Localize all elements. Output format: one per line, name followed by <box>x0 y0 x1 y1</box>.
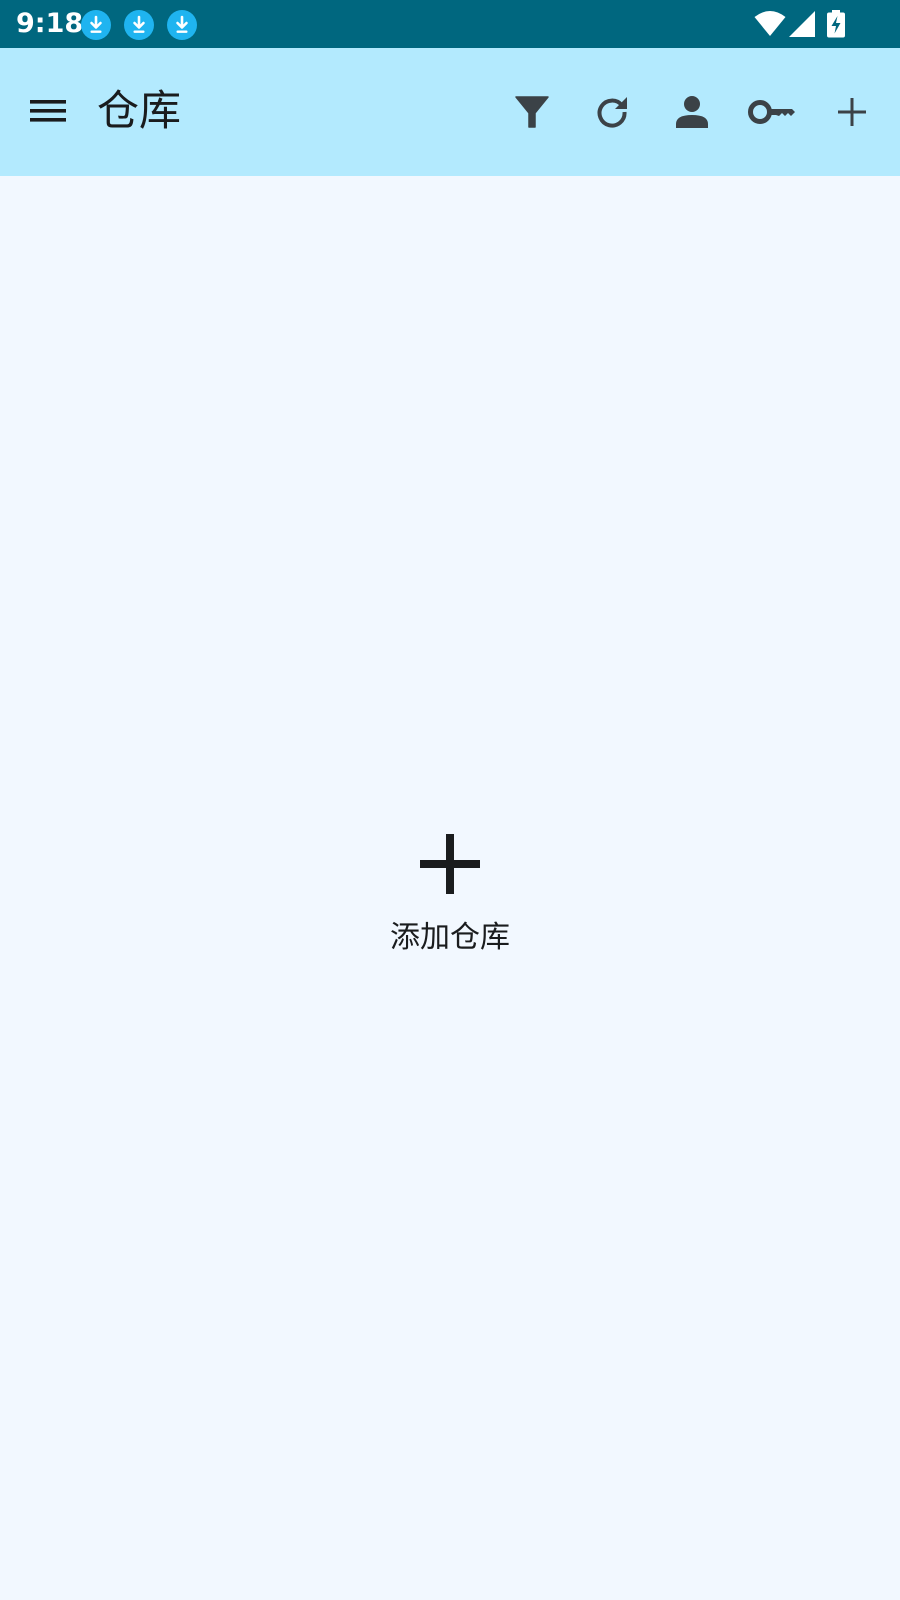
menu-button[interactable] <box>20 88 76 136</box>
wifi-icon <box>754 11 786 36</box>
add-icon <box>838 98 866 126</box>
app-bar: 仓库 <box>0 48 900 176</box>
add-repository-button[interactable]: 添加仓库 <box>350 820 550 970</box>
refresh-button[interactable] <box>584 84 640 140</box>
cell-signal-icon <box>789 11 815 37</box>
download-icon <box>81 10 111 40</box>
download-icon <box>167 10 197 40</box>
download-icon <box>124 10 154 40</box>
status-bar: 9:18 <box>0 0 900 48</box>
filter-button[interactable] <box>504 84 560 140</box>
refresh-icon <box>597 97 627 128</box>
account-icon <box>676 96 708 128</box>
add-repository-label: 添加仓库 <box>390 920 510 955</box>
filter-icon <box>515 96 549 128</box>
status-time: 9:18 <box>16 8 84 39</box>
account-button[interactable] <box>664 84 720 140</box>
add-button[interactable] <box>824 84 880 140</box>
battery-charging-icon <box>827 10 845 38</box>
key-icon <box>748 100 795 124</box>
page-title: 仓库 <box>97 86 182 135</box>
menu-icon <box>30 100 66 122</box>
add-icon <box>420 834 480 894</box>
key-button[interactable] <box>744 84 800 140</box>
